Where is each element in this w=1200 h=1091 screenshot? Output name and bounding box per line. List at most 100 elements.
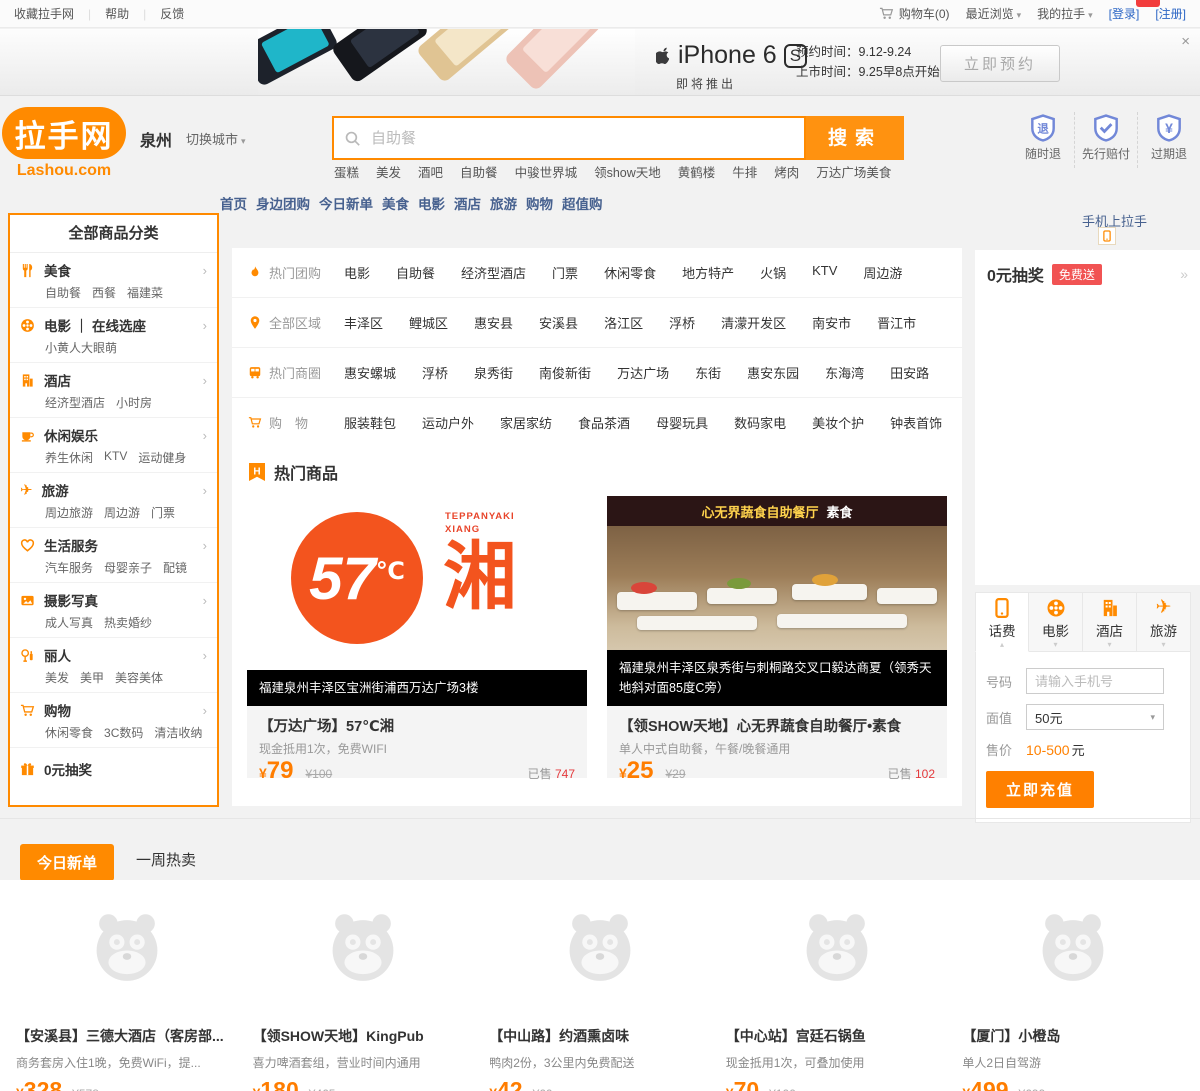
filter-link[interactable]: 晋江市 [877, 313, 916, 332]
tab-hotel[interactable]: 酒店 ▾ [1083, 592, 1137, 652]
recent-menu[interactable]: 最近浏览 ▾ [966, 5, 1022, 22]
mobile-phone-icon[interactable] [1098, 227, 1116, 245]
sub-link[interactable]: 美容美体 [115, 669, 163, 686]
nav-food[interactable]: 美食 [382, 193, 409, 213]
sub-link[interactable]: 休闲零食 [45, 724, 93, 741]
filter-link[interactable]: 东海湾 [825, 363, 864, 382]
search-button[interactable]: 搜索 [806, 116, 904, 160]
more-chevrons-icon[interactable]: » [1180, 266, 1188, 282]
nav-super-value[interactable]: 超值购 [562, 193, 603, 213]
filter-link[interactable]: 美妆个护 [812, 413, 864, 432]
deal-card[interactable]: 【领SHOW天地】KingPub 喜力啤酒套组，营业时间内通用 ¥180¥465 [253, 908, 475, 1091]
nav-shopping[interactable]: 购物 [526, 193, 553, 213]
sub-link[interactable]: 自助餐 [45, 284, 81, 301]
search-input[interactable] [369, 128, 794, 148]
sub-link[interactable]: 门票 [151, 504, 175, 521]
filter-link[interactable]: 浮桥 [422, 363, 448, 382]
filter-link[interactable]: 田安路 [890, 363, 929, 382]
help-link[interactable]: 帮助 [105, 5, 129, 22]
sub-link[interactable]: 清洁收纳 [154, 724, 202, 741]
sidebar-item-shopping[interactable]: 购物 › 休闲零食 3C数码 清洁收纳 [10, 693, 217, 748]
nav-home[interactable]: 首页 [220, 193, 247, 213]
sidebar-item-hotel[interactable]: 酒店 › 经济型酒店 小时房 [10, 363, 217, 418]
nav-today-new[interactable]: 今日新单 [319, 193, 373, 213]
tab-weekly-hot[interactable]: 一周热卖 [136, 849, 196, 870]
filter-link[interactable]: 东街 [695, 363, 721, 382]
sidebar-item-travel[interactable]: ✈ 旅游 › 周边旅游 周边游 门票 [10, 473, 217, 528]
sidebar-item-food[interactable]: 美食 › 自助餐 西餐 福建菜 [10, 253, 217, 308]
favorite-link[interactable]: 收藏拉手网 [14, 5, 74, 22]
sub-link[interactable]: 福建菜 [127, 284, 163, 301]
filter-link[interactable]: 惠安螺城 [344, 363, 396, 382]
nav-movie[interactable]: 电影 [418, 193, 445, 213]
feedback-link[interactable]: 反馈 [160, 5, 184, 22]
cart-link[interactable]: 购物车(0) [879, 5, 950, 22]
sub-link[interactable]: KTV [104, 449, 127, 466]
filter-link[interactable]: 火锅 [760, 263, 786, 282]
filter-link[interactable]: 鲤城区 [409, 313, 448, 332]
hot-word[interactable]: 自助餐 [460, 162, 498, 181]
sub-link[interactable]: 经济型酒店 [45, 394, 105, 411]
filter-link[interactable]: 丰泽区 [344, 313, 383, 332]
sidebar-item-leisure[interactable]: 休闲娱乐 › 养生休闲 KTV 运动健身 [10, 418, 217, 473]
filter-link[interactable]: 钟表首饰 [890, 413, 942, 432]
filter-link[interactable]: 万达广场 [617, 363, 669, 382]
sub-link[interactable]: 美发 [45, 669, 69, 686]
sub-link[interactable]: 养生休闲 [45, 449, 93, 466]
hot-word[interactable]: 领show天地 [594, 162, 661, 181]
sidebar-item-lottery[interactable]: 0元抽奖 [10, 748, 217, 790]
filter-link[interactable]: 食品茶酒 [578, 413, 630, 432]
sub-link[interactable]: 热卖婚纱 [104, 614, 152, 631]
face-value-select[interactable]: 50元 ▾ [1026, 704, 1164, 730]
hot-word[interactable]: 中骏世界城 [515, 162, 578, 181]
sub-link[interactable]: 配镜 [163, 559, 187, 576]
login-link[interactable]: [登录] [1109, 5, 1140, 22]
tab-movie[interactable]: 电影 ▾ [1029, 592, 1083, 652]
sub-link[interactable]: 西餐 [92, 284, 116, 301]
hot-word[interactable]: 牛排 [732, 162, 757, 181]
sub-link[interactable]: 母婴亲子 [104, 559, 152, 576]
switch-city-link[interactable]: 切换城市 ▾ [186, 129, 246, 148]
filter-link[interactable]: 经济型酒店 [461, 263, 526, 282]
hot-word[interactable]: 烤肉 [774, 162, 799, 181]
nav-hotel[interactable]: 酒店 [454, 193, 481, 213]
hot-card-57xiang[interactable]: TEPPANYAKI XIANG 57℃ 湘 福建泉州丰泽区宝洲街浦西万达广场3楼… [247, 496, 587, 783]
filter-link[interactable]: 浮桥 [669, 313, 695, 332]
filter-link[interactable]: 泉秀街 [474, 363, 513, 382]
filter-link[interactable]: 运动户外 [422, 413, 474, 432]
filter-link[interactable]: 休闲零食 [604, 263, 656, 282]
filter-link[interactable]: 安溪县 [539, 313, 578, 332]
filter-link[interactable]: 母婴玩具 [656, 413, 708, 432]
phone-number-input[interactable] [1026, 668, 1164, 694]
deal-card[interactable]: 【中心站】宫廷石锅鱼 现金抵用1次，可叠加使用 ¥70¥100 [726, 908, 948, 1091]
filter-link[interactable]: 自助餐 [396, 263, 435, 282]
filter-link[interactable]: 地方特产 [682, 263, 734, 282]
filter-link[interactable]: 周边游 [863, 263, 902, 282]
tab-travel[interactable]: ✈ 旅游 ▾ [1137, 592, 1191, 652]
hot-word[interactable]: 黄鹤楼 [678, 162, 716, 181]
sidebar-item-photography[interactable]: 摄影写真 › 成人写真 热卖婚纱 [10, 583, 217, 638]
sidebar-item-beauty[interactable]: 丽人 › 美发 美甲 美容美体 [10, 638, 217, 693]
sub-link[interactable]: 周边旅游 [45, 504, 93, 521]
filter-link[interactable]: 家居家纺 [500, 413, 552, 432]
filter-link[interactable]: 惠安东园 [747, 363, 799, 382]
hot-word[interactable]: 酒吧 [418, 162, 443, 181]
hot-card-vegetarian-buffet[interactable]: 心无界蔬食自助餐厅 素食 福建泉州丰泽区泉秀街与刺桐路交叉口毅达商夏（领秀天地斜对… [607, 496, 947, 783]
my-lashou-menu[interactable]: 我的拉手 ▾ [1037, 5, 1093, 22]
hot-word[interactable]: 美发 [376, 162, 401, 181]
sub-link[interactable]: 3C数码 [104, 724, 143, 741]
deal-card[interactable]: 【中山路】约酒熏卤味 鸭肉2份，3公里内免费配送 ¥42¥60 [489, 908, 711, 1091]
sub-link[interactable]: 美甲 [80, 669, 104, 686]
filter-link[interactable]: 惠安县 [474, 313, 513, 332]
iphone-banner[interactable]: iPhone 6 S 即将推出 预约时间：9.12-9.24 上市时间：9.25… [0, 29, 1200, 96]
sidebar-item-movie[interactable]: 电影 ｜ 在线选座 › 小黄人大眼萌 [10, 308, 217, 363]
filter-link[interactable]: 清濛开发区 [721, 313, 786, 332]
lottery-panel[interactable]: 0元抽奖 免费送 » [975, 250, 1200, 585]
hot-word[interactable]: 蛋糕 [334, 162, 359, 181]
deal-card[interactable]: 【安溪县】三德大酒店（客房部... 商务套房入住1晚，免费WiFi，提... ¥… [16, 908, 238, 1091]
sub-link[interactable]: 小黄人大眼萌 [45, 339, 117, 356]
recharge-now-button[interactable]: 立即充值 [986, 771, 1095, 808]
filter-link[interactable]: 电影 [344, 263, 370, 282]
nav-travel[interactable]: 旅游 [490, 193, 517, 213]
hot-word[interactable]: 万达广场美食 [816, 162, 891, 181]
